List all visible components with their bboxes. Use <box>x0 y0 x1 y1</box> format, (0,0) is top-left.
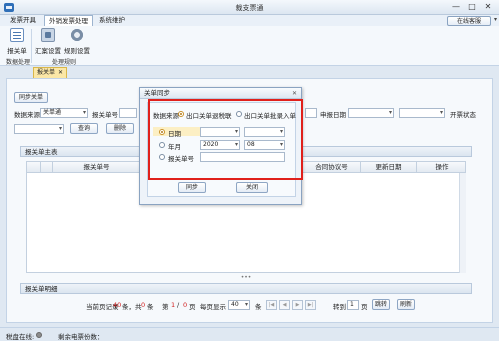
query-button[interactable]: 查询 <box>70 123 98 134</box>
tab-customs-declaration[interactable]: 报关单 ✕ <box>33 67 67 78</box>
tax-disk-status-label: 税盘在线: <box>6 333 35 341</box>
vertical-scrollbar[interactable] <box>459 173 466 273</box>
next-page-button[interactable]: ▶ <box>292 300 303 310</box>
declare-date-label: 申报日期 <box>320 111 346 119</box>
column-actions[interactable]: 操作 <box>417 162 467 173</box>
pager-page-prefix: 第 <box>162 303 169 311</box>
invoice-status-label: 开票状态 <box>450 111 476 119</box>
window-title: 裁支票通 <box>235 4 264 12</box>
close-window-button[interactable]: ✕ <box>481 1 495 13</box>
pager-per-page-label: 每页显示 <box>200 303 226 311</box>
title-bar: 裁支票通 — □ ✕ <box>0 0 499 15</box>
gear-icon <box>70 28 84 42</box>
pager-total-count: 0 <box>141 301 146 309</box>
pager-page-suffix: 页 <box>189 303 196 311</box>
declare-date-end[interactable] <box>399 108 445 118</box>
detail-panel-header: 报关单明细 <box>20 283 472 294</box>
pager-page-total: 0 <box>183 301 188 309</box>
column-customs-no[interactable]: 报关单号 <box>53 162 141 173</box>
document-icon <box>10 28 24 42</box>
customs-no-label: 报关单号 <box>92 111 118 119</box>
chevron-down-icon[interactable]: ▾ <box>494 16 497 23</box>
row-number-column <box>27 162 41 173</box>
delete-button[interactable]: 删除 <box>106 123 134 134</box>
dialog-close-icon[interactable]: ✕ <box>292 88 297 99</box>
status-bar: 税盘在线: 剩余电票份数： <box>0 327 499 341</box>
remaining-invoices-label: 剩余电票份数： <box>58 333 104 341</box>
goto-label: 转到 <box>333 303 346 311</box>
pager-current-count: 40 <box>113 301 122 309</box>
data-source-label: 数据来源 <box>14 111 40 119</box>
jump-button[interactable]: 跳转 <box>372 299 390 310</box>
document-tabs: 报关单 ✕ <box>0 66 499 78</box>
close-icon[interactable]: ✕ <box>58 68 63 78</box>
goto-unit: 页 <box>361 303 368 311</box>
summary-settings-button[interactable]: 汇案设置 <box>35 28 61 55</box>
filter-select[interactable] <box>14 124 64 134</box>
online-service-button[interactable]: 在线客服 <box>447 16 491 26</box>
select-all-checkbox[interactable] <box>41 162 53 173</box>
tax-disk-indicator <box>36 332 42 338</box>
last-page-button[interactable]: ▶| <box>305 300 316 310</box>
dialog-sync-button[interactable]: 同步 <box>178 182 206 193</box>
column-contract-no[interactable]: 合同协议号 <box>303 162 361 173</box>
first-page-button[interactable]: |◀ <box>266 300 277 310</box>
ribbon: 报关单 汇案设置 规则设置 数据处理 处理规则 <box>0 26 499 66</box>
customs-no-input[interactable] <box>119 108 137 118</box>
maximize-button[interactable]: □ <box>465 1 479 13</box>
column-update-date[interactable]: 更新日期 <box>361 162 417 173</box>
sync-customs-button[interactable]: 同步关单 <box>14 92 48 103</box>
customs-declaration-button[interactable]: 报关单 <box>4 28 30 55</box>
menu-export-invoice[interactable]: 外销发票处理 <box>44 15 93 26</box>
summary-icon <box>41 28 55 42</box>
panel-splitter[interactable]: ••• <box>26 275 466 281</box>
minimize-button[interactable]: — <box>449 1 463 13</box>
pager-page-current: 1 <box>171 301 176 309</box>
rule-settings-button[interactable]: 规则设置 <box>64 28 90 55</box>
pager-per-page-unit: 条 <box>255 303 262 311</box>
menu-bar: 发票开具 外销发票处理 系统维护 在线客服 ▾ <box>0 15 499 26</box>
goto-page-input[interactable]: 1 <box>347 300 359 310</box>
declare-date-start[interactable] <box>348 108 394 118</box>
pager-page-sep: / <box>177 301 180 309</box>
menu-system-maintenance[interactable]: 系统维护 <box>95 15 129 26</box>
pager-current-suffix: 条 <box>147 303 154 311</box>
dialog-title: 关单同步 <box>140 88 301 99</box>
group-label-data: 数据处理 <box>6 59 31 66</box>
highlight-annotation-box <box>148 99 303 180</box>
dialog-close-button[interactable]: 关闭 <box>236 182 268 193</box>
customs-no-input-end[interactable] <box>305 108 317 118</box>
prev-page-button[interactable]: ◀ <box>279 300 290 310</box>
pager-current-mid: 条，共 <box>122 303 142 311</box>
group-label-rules: 处理规则 <box>52 59 77 66</box>
ribbon-separator <box>31 29 32 63</box>
data-source-select[interactable]: 关单通 <box>40 108 88 118</box>
per-page-select[interactable]: 40 <box>228 300 250 310</box>
menu-invoice-issue[interactable]: 发票开具 <box>6 15 40 26</box>
refresh-button[interactable]: 刷新 <box>397 299 415 310</box>
